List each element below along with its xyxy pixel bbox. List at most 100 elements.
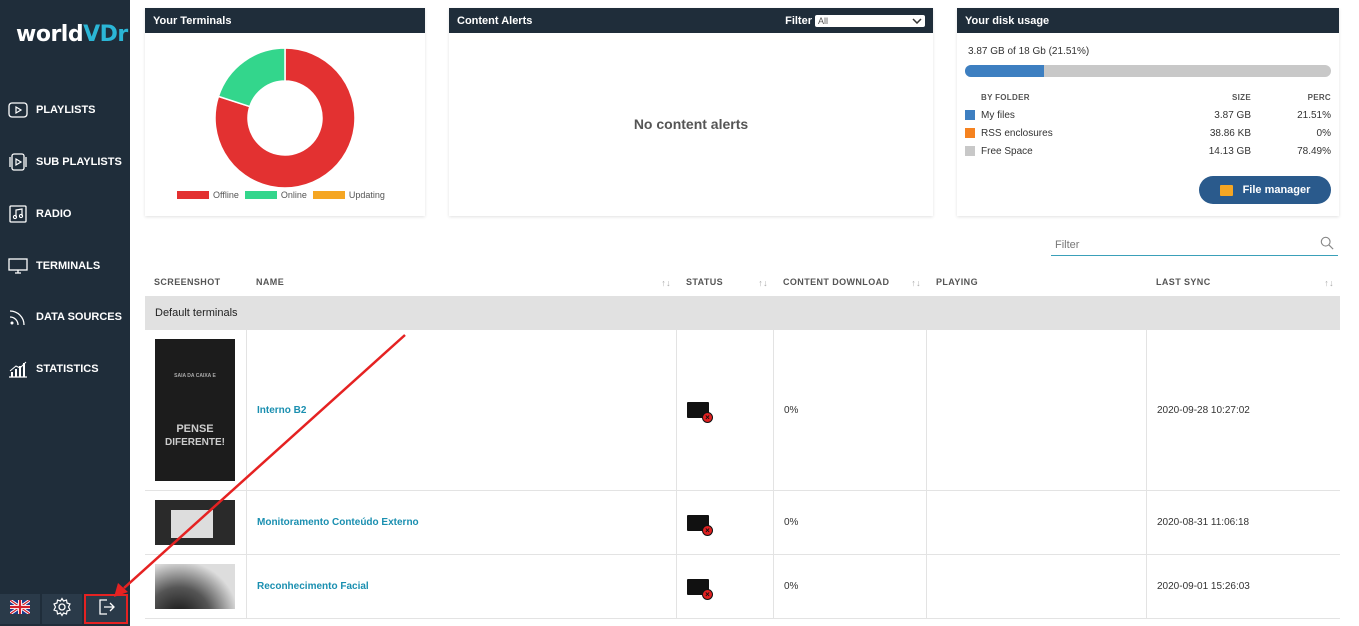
terminal-name-link[interactable]: Interno B2 (247, 330, 677, 490)
folder-size: 38.86 KB (1209, 127, 1251, 139)
playlist-icon (7, 99, 29, 121)
table-filter-input[interactable]: Filter (1051, 234, 1338, 256)
sidebar-item-label: DATA SOURCES (36, 311, 122, 323)
col-label: LAST SYNC (1156, 277, 1211, 287)
disk-card-title: Your disk usage (965, 14, 1050, 27)
terminals-card-header: Your Terminals (145, 8, 425, 33)
color-swatch (965, 146, 975, 156)
sidebar-item-sub-playlists[interactable]: SUB PLAYLISTS (0, 147, 130, 177)
playing-cell (927, 491, 1147, 554)
sidebar-item-label: STATISTICS (36, 363, 99, 375)
folder-icon (1219, 184, 1233, 196)
thumbnail-window (171, 510, 213, 538)
disk-card: Your disk usage 3.87 GB of 18 Gb (21.51%… (957, 8, 1339, 216)
col-by-folder: BY FOLDER (981, 92, 1030, 102)
col-last-sync[interactable]: LAST SYNC ↑↓ (1147, 268, 1340, 296)
legend-label-offline: Offline (213, 190, 239, 200)
terminals-donut-chart (214, 47, 356, 189)
disk-folder-table: BY FOLDER SIZE PERC My files 3.87 GB 21.… (965, 88, 1331, 160)
terminals-legend: Offline Online Updating (171, 190, 385, 200)
table-row[interactable]: Monitoramento Conteúdo Externo × 0% 2020… (145, 491, 1340, 555)
sidebar-item-statistics[interactable]: STATISTICS (0, 354, 130, 384)
statistics-icon (7, 358, 29, 380)
sidebar-item-label: TERMINALS (36, 260, 101, 272)
col-screenshot: SCREENSHOT (145, 268, 247, 296)
terminal-screenshot[interactable]: SAIA DA CAIXA E PENSE DIFERENTE! (155, 339, 235, 481)
folder-name: My files (981, 109, 1015, 121)
table-row[interactable]: Reconhecimento Facial × 0% 2020-09-01 15… (145, 555, 1340, 619)
offline-status-icon: × (687, 402, 713, 423)
uk-flag-icon (9, 598, 31, 619)
donut-slice-online[interactable] (217, 47, 286, 108)
no-alerts-message: No content alerts (633, 116, 749, 132)
col-content-download[interactable]: CONTENT DOWNLOAD ↑↓ (774, 268, 927, 296)
brand-logo[interactable]: worldVDr (16, 22, 128, 47)
legend-swatch-online (244, 191, 277, 199)
folder-size: 3.87 GB (1214, 109, 1251, 121)
terminal-name-link[interactable]: Reconhecimento Facial (247, 555, 677, 618)
logout-button[interactable] (84, 594, 128, 624)
col-name[interactable]: NAME ↑↓ (247, 268, 677, 296)
offline-status-icon: × (687, 514, 713, 536)
playing-cell (927, 330, 1147, 490)
radio-icon (7, 203, 29, 225)
col-status[interactable]: STATUS ↑↓ (677, 268, 774, 296)
alerts-filter-select[interactable]: All (815, 14, 925, 27)
alerts-filter-label: Filter (785, 14, 812, 27)
settings-button[interactable] (42, 594, 82, 624)
group-row-default-terminals: Default terminals (145, 296, 1340, 330)
table-row[interactable]: SAIA DA CAIXA E PENSE DIFERENTE! Interno… (145, 330, 1340, 491)
sub-playlist-icon (7, 151, 29, 173)
legend-swatch-updating (312, 191, 345, 199)
search-icon (1320, 236, 1334, 253)
table-filter-placeholder: Filter (1055, 238, 1080, 251)
status-cell: × (677, 491, 774, 554)
alerts-card: Content Alerts Filter All No content ale… (449, 8, 933, 216)
folder-perc: 21.51% (1297, 109, 1331, 121)
folder-perc: 78.49% (1297, 145, 1331, 157)
sidebar-item-terminals[interactable]: TERMINALS (0, 251, 130, 281)
language-button[interactable] (0, 594, 40, 624)
col-perc: PERC (1307, 92, 1331, 102)
terminal-screenshot[interactable] (155, 500, 235, 545)
col-playing: PLAYING (927, 268, 1147, 296)
sidebar-item-data-sources[interactable]: DATA SOURCES (0, 302, 130, 332)
disk-summary: 3.87 GB of 18 Gb (21.51%) (968, 46, 1090, 57)
playing-cell (927, 555, 1147, 618)
content-download-cell: 0% (774, 330, 927, 490)
disk-card-header: Your disk usage (957, 8, 1339, 33)
sidebar-item-radio[interactable]: RADIO (0, 199, 130, 229)
content-download-cell: 0% (774, 555, 927, 618)
table-header-row: SCREENSHOT NAME ↑↓ STATUS ↑↓ CONTENT DOWNL… (145, 268, 1340, 296)
folder-name: Free Space (981, 145, 1033, 157)
terminals-card-title: Your Terminals (153, 14, 232, 27)
data-sources-icon (7, 306, 29, 328)
chevron-down-icon (912, 16, 922, 26)
sidebar-item-label: RADIO (36, 208, 72, 220)
last-sync-cell: 2020-08-31 11:06:18 (1157, 517, 1250, 528)
sidebar-item-playlists[interactable]: PLAYLISTS (0, 95, 130, 125)
sidebar-bottom-bar (0, 594, 130, 626)
sort-icon: ↑↓ (911, 278, 921, 288)
logo-accent: VD (83, 22, 118, 47)
sidebar: worldVDr PLAYLISTS SUB PLAYLISTS RADIO T… (0, 0, 130, 626)
sidebar-item-label: PLAYLISTS (36, 104, 96, 116)
last-sync-cell: 2020-09-28 10:27:02 (1157, 404, 1250, 416)
folder-name: RSS enclosures (981, 127, 1053, 139)
terminal-name-link[interactable]: Monitoramento Conteúdo Externo (247, 491, 677, 554)
offline-status-icon: × (687, 578, 713, 600)
legend-label-updating: Updating (348, 190, 385, 200)
alerts-card-title: Content Alerts (457, 14, 533, 27)
file-manager-label: File manager (1242, 184, 1311, 196)
folder-size: 14.13 GB (1208, 145, 1251, 157)
file-manager-button[interactable]: File manager (1199, 176, 1331, 204)
last-sync-cell: 2020-09-01 15:26:03 (1157, 581, 1250, 592)
col-label: SCREENSHOT (154, 277, 221, 287)
logo-tail: r (117, 22, 128, 47)
terminal-screenshot[interactable] (155, 564, 235, 609)
logo-text: world (16, 22, 84, 47)
sort-icon: ↑↓ (661, 278, 671, 288)
logout-icon (96, 597, 116, 622)
app-root: worldVDr PLAYLISTS SUB PLAYLISTS RADIO T… (0, 0, 1359, 626)
col-label: NAME (256, 277, 285, 287)
